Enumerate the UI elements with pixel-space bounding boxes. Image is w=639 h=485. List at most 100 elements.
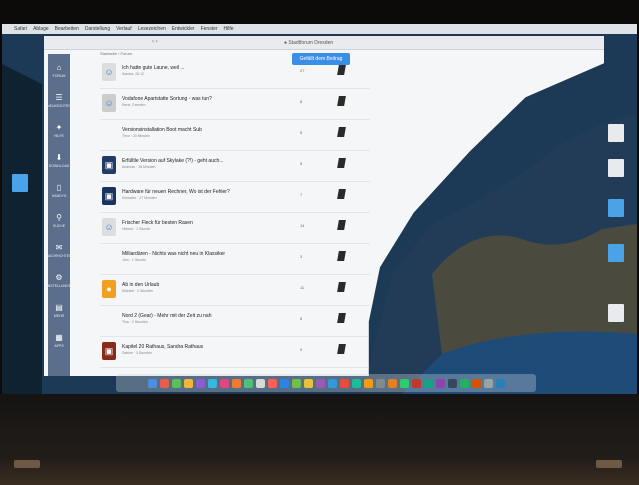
window-title: ● Stadtforum Dresden bbox=[284, 40, 334, 46]
thread-title[interactable]: Milliardären - Nichts was nicht neu in K… bbox=[122, 251, 225, 257]
laptop-screen: Safari Ablage Bearbeiten Darstellung Ver… bbox=[2, 24, 637, 394]
sidebar-item-download[interactable]: ⬇ DOWNLOAD bbox=[49, 147, 70, 173]
dock-app-icon[interactable] bbox=[339, 378, 349, 388]
dock-app-icon[interactable] bbox=[375, 378, 385, 388]
sidebar-item-label: EINSTELLUNGEN bbox=[44, 283, 74, 288]
menu-bearbeiten[interactable]: Bearbeiten bbox=[55, 26, 79, 32]
dock-app-icon[interactable] bbox=[279, 378, 289, 388]
dock-app-icon[interactable] bbox=[447, 378, 457, 388]
thread-meta: Sabine · 3 Stunden bbox=[122, 351, 152, 355]
thread-title[interactable]: Ich hatte gute Laune, weil ... bbox=[122, 65, 185, 71]
thread-row[interactable]: ☺ Vodafone Apartstatte Sortung - was tun?… bbox=[100, 89, 370, 120]
dock-app-icon[interactable] bbox=[387, 378, 397, 388]
desktop-folder-icon[interactable] bbox=[608, 244, 624, 262]
apps-icon: ▦ bbox=[55, 332, 63, 342]
thread-meta: Rene, Dresden bbox=[122, 103, 146, 107]
thread-row[interactable]: Nord 2 (Gear) - Mehr mit der Zeit zu nah… bbox=[100, 306, 370, 337]
dock-app-icon[interactable] bbox=[459, 378, 469, 388]
dock-app-icon[interactable] bbox=[483, 378, 493, 388]
sidebar-item-label: NEUIGKEITEN bbox=[47, 103, 71, 108]
desktop-folder-icon[interactable] bbox=[608, 199, 624, 217]
dock-app-icon[interactable] bbox=[255, 378, 265, 388]
sidebar-item-phones[interactable]: ▯ HANDYS bbox=[50, 177, 68, 203]
avatar: ☺ bbox=[102, 63, 116, 81]
sidebar-item-label: APPS bbox=[54, 343, 64, 348]
apple-icon bbox=[102, 125, 116, 143]
sidebar-item-help[interactable]: ✦ HILFE bbox=[50, 117, 68, 143]
thread-row[interactable]: ▣ Hardware für neuen Rechner, Wo ist der … bbox=[100, 182, 370, 213]
dock-app-icon[interactable] bbox=[207, 378, 217, 388]
last-poster-avatar bbox=[337, 189, 346, 199]
avatar: ☺ bbox=[102, 218, 116, 236]
thread-title[interactable]: Nord 2 (Gear) - Mehr mit der Zeit zu nah bbox=[122, 313, 211, 319]
thread-title[interactable]: Kapitel 20 Rathaus, Sandra Rathaus bbox=[122, 344, 203, 350]
dock-app-icon[interactable] bbox=[219, 378, 229, 388]
desktop-folder-icon[interactable] bbox=[12, 174, 28, 192]
menu-verlauf[interactable]: Verlauf bbox=[116, 26, 132, 32]
dock-app-icon[interactable] bbox=[303, 378, 313, 388]
nav-arrows[interactable]: ‹ › bbox=[152, 39, 158, 45]
thread-title[interactable]: Ab in den Urlaub bbox=[122, 282, 159, 288]
sidebar-item-forum[interactable]: ⌂ FORUM bbox=[50, 57, 68, 83]
last-poster-avatar bbox=[337, 344, 346, 354]
dock-app-icon[interactable] bbox=[399, 378, 409, 388]
mac-menubar: Safari Ablage Bearbeiten Darstellung Ver… bbox=[2, 24, 637, 34]
menu-entwickler[interactable]: Entwickler bbox=[172, 26, 195, 32]
thread-row[interactable]: ☺ Ich hatte gute Laune, weil ... Sandra, 2… bbox=[100, 58, 370, 89]
sidebar-item-settings[interactable]: ⚙ EINSTELLUNGEN bbox=[44, 267, 73, 293]
thread-row[interactable]: ▣ Erfülltle Version auf Skylake (?!) - ge… bbox=[100, 151, 370, 182]
sidebar-item-label: FORUM bbox=[52, 73, 66, 78]
last-poster-avatar bbox=[337, 96, 346, 106]
thread-row[interactable]: Versionsinstallation Boot macht Sub Timo … bbox=[100, 120, 370, 151]
dock-app-icon[interactable] bbox=[183, 378, 193, 388]
last-poster-avatar bbox=[337, 158, 346, 168]
thread-meta: Michael · 2 Stunden bbox=[122, 289, 154, 293]
avatar: ▣ bbox=[102, 156, 116, 174]
menu-hilfe[interactable]: Hilfe bbox=[224, 26, 234, 32]
desktop-file-icon[interactable] bbox=[608, 304, 624, 322]
thread-title[interactable]: Vodafone Apartstatte Sortung - was tun? bbox=[122, 96, 212, 102]
menu-lesezeichen[interactable]: Lesezeichen bbox=[138, 26, 166, 32]
dock-app-icon[interactable] bbox=[351, 378, 361, 388]
dock-app-icon[interactable] bbox=[435, 378, 445, 388]
dock-app-icon[interactable] bbox=[195, 378, 205, 388]
sidebar-item-search[interactable]: ⚲ SUCHE bbox=[50, 207, 68, 233]
sidebar-item-news[interactable]: ☰ NEUIGKEITEN bbox=[47, 87, 71, 113]
thread-row[interactable]: ☺ Frischer Fleck für besten Rasen Helmut ·… bbox=[100, 213, 370, 244]
desktop-file-icon[interactable] bbox=[608, 124, 624, 142]
dock-app-icon[interactable] bbox=[411, 378, 421, 388]
dock-app-icon[interactable] bbox=[495, 378, 505, 388]
thread-title[interactable]: Hardware für neuen Rechner, Wo ist der F… bbox=[122, 189, 230, 195]
dock-app-icon[interactable] bbox=[231, 378, 241, 388]
dock-app-icon[interactable] bbox=[471, 378, 481, 388]
dock-app-icon[interactable] bbox=[147, 378, 157, 388]
menu-safari[interactable]: Safari bbox=[14, 26, 27, 32]
menu-darstellung[interactable]: Darstellung bbox=[85, 26, 110, 32]
thread-title[interactable]: Frischer Fleck für besten Rasen bbox=[122, 220, 193, 226]
sidebar-item-more[interactable]: ▤ MEHR bbox=[50, 297, 68, 323]
thread-meta: Helmut · 1 Stunde bbox=[122, 227, 151, 231]
sidebar-item-messages[interactable]: ✉ NACHRICHTEN bbox=[46, 237, 71, 263]
desktop-file-icon[interactable] bbox=[608, 159, 624, 177]
sidebar-item-apps[interactable]: ▦ APPS bbox=[50, 327, 68, 353]
thread-row[interactable]: ▣ Kapitel 20 Rathaus, Sandra Rathaus Sabin… bbox=[100, 337, 370, 368]
last-poster-avatar bbox=[337, 251, 346, 261]
dock-app-icon[interactable] bbox=[315, 378, 325, 388]
dock-app-icon[interactable] bbox=[423, 378, 433, 388]
dock-app-icon[interactable] bbox=[267, 378, 277, 388]
thread-title[interactable]: Erfülltle Version auf Skylake (?!) - geh… bbox=[122, 158, 223, 164]
dock-app-icon[interactable] bbox=[171, 378, 181, 388]
thread-row[interactable]: Milliardären - Nichts was nicht neu in K… bbox=[100, 244, 370, 275]
menu-fenster[interactable]: Fenster bbox=[201, 26, 218, 32]
browser-toolbar: ‹ › ● Stadtforum Dresden bbox=[44, 36, 604, 50]
dock-app-icon[interactable] bbox=[363, 378, 373, 388]
dock-app-icon[interactable] bbox=[291, 378, 301, 388]
avatar: ☺ bbox=[102, 94, 116, 112]
menu-ablage[interactable]: Ablage bbox=[33, 26, 49, 32]
thread-title[interactable]: Versionsinstallation Boot macht Sub bbox=[122, 127, 202, 133]
more-icon: ▤ bbox=[55, 302, 63, 312]
thread-row[interactable]: ● Ab in den Urlaub Michael · 2 Stunden 11 bbox=[100, 275, 370, 306]
dock-app-icon[interactable] bbox=[159, 378, 169, 388]
dock-app-icon[interactable] bbox=[243, 378, 253, 388]
dock-app-icon[interactable] bbox=[327, 378, 337, 388]
